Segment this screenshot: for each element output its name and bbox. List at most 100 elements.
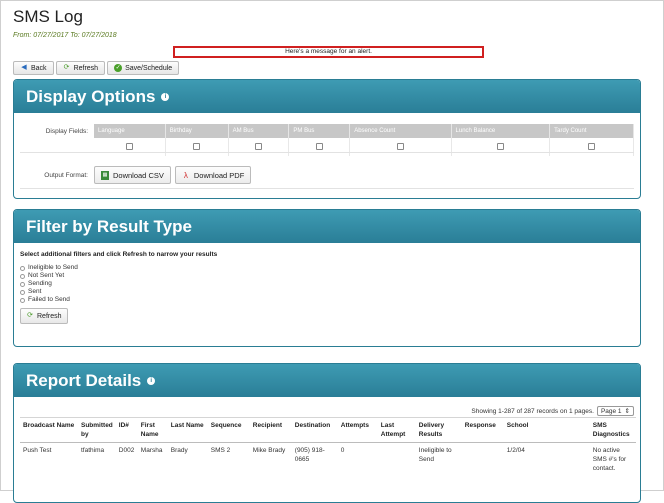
checkbox-lunch-balance[interactable] [496,143,504,151]
cell-sms-diagnostics: No active SMS #'s for contact. [592,447,627,472]
field-header-pm-bus: PM Bus [288,124,351,138]
cell-destination: (905) 918-0665 [294,447,325,463]
filter-option-sent[interactable]: Sent [20,288,217,296]
cell-last-attempt [378,443,416,477]
download-pdf-button[interactable]: λ Download PDF [174,166,252,184]
field-cell-tardy-count [549,138,634,156]
col-attempts[interactable]: Attempts [337,417,378,443]
cell-recipient: Mike Brady [252,447,286,454]
fields-divider [20,152,634,153]
col-destination[interactable]: Destination [291,417,338,443]
refresh-icon: ⟳ [27,312,33,319]
radio-sent[interactable] [20,289,25,295]
col-delivery-results[interactable]: Delivery Results [415,417,462,443]
save-label: Save/Schedule [125,64,173,72]
filter-option-ineligible[interactable]: Ineligible to Send [20,264,217,272]
col-last-name[interactable]: Last Name [167,417,208,443]
col-sequence[interactable]: Sequence [207,417,250,443]
radio-ineligible[interactable] [20,265,25,271]
filter-instructions: Select additional filters and click Refr… [20,251,218,258]
field-cell-lunch-balance [451,138,551,156]
report-details-title: Report Details [26,371,142,390]
field-header-tardy-count: Tardy Count [549,124,634,138]
cell-delivery-results: Ineligible to Send [418,447,452,463]
filter-option-failed[interactable]: Failed to Send [20,296,217,304]
col-first-name[interactable]: First Name [137,417,168,443]
filter-header: Filter by Result Type [14,210,640,243]
field-cell-am-bus [228,138,290,156]
col-submitted-by[interactable]: Submitted by [78,417,116,443]
page-title: SMS Log [13,7,83,26]
cell-response [462,443,504,477]
report-header-row: Broadcast Name Submitted by ID# First Na… [20,417,636,443]
checkbox-pm-bus[interactable] [315,143,323,151]
checkbox-birthday[interactable] [193,143,201,151]
checkbox-language[interactable] [125,143,133,151]
filter-option-label: Not Sent Yet [28,272,65,279]
field-header-am-bus: AM Bus [228,124,290,138]
field-cell-pm-bus [288,138,351,156]
display-fields-label: Display Fields: [45,128,88,135]
col-sms-diagnostics[interactable]: SMS Diagnostics [589,417,636,443]
col-id[interactable]: ID# [115,417,138,443]
radio-sending[interactable] [20,281,25,287]
filter-panel: Filter by Result Type Select additional … [13,209,641,347]
cell-last-name: Brady [170,447,188,454]
info-icon[interactable]: i [161,92,170,101]
cell-attempts: 0 [340,447,345,454]
download-csv-button[interactable]: ▦ Download CSV [94,166,171,184]
back-button[interactable]: ◀ Back [13,61,54,75]
report-details-header: Report Details i [14,364,640,397]
checkbox-absence-count[interactable] [396,143,404,151]
filter-option-label: Failed to Send [28,296,70,303]
display-options-header: Display Options i [14,80,640,113]
display-options-title: Display Options [26,87,156,106]
refresh-label: Refresh [73,64,99,72]
download-csv-label: Download CSV [113,170,164,180]
filter-option-label: Sent [28,288,42,295]
filter-body: Select additional filters and click Refr… [20,251,217,324]
table-row: Push Test tfathima D002 Marsha Brady SMS… [20,443,636,477]
field-header-absence-count: Absence Count [349,124,452,138]
field-cell-language [94,138,166,156]
page-select[interactable]: Page 1 ⇕ [596,406,634,416]
cell-submitted-by: tfathima [81,447,105,454]
field-header-language: Language [94,124,166,138]
csv-file-icon: ▦ [101,170,109,180]
download-pdf-label: Download PDF [193,170,245,180]
col-school[interactable]: School [503,417,590,443]
filter-title: Filter by Result Type [26,217,192,236]
field-cell-absence-count [349,138,452,156]
col-last-attempt[interactable]: Last Attempt [377,417,416,443]
filter-refresh-label: Refresh [37,312,62,320]
select-arrows-icon: ⇕ [624,408,630,415]
display-options-panel: Display Options i Display Fields: Langua… [13,79,641,199]
col-recipient[interactable]: Recipient [249,417,292,443]
showing-text: Showing 1-287 of 287 records on 1 pages. [471,407,594,415]
col-response[interactable]: Response [461,417,504,443]
filter-options: Ineligible to Send Not Sent Yet Sending … [20,264,217,304]
back-label: Back [31,64,47,72]
filter-option-sending[interactable]: Sending [20,280,217,288]
filter-option-label: Ineligible to Send [28,264,78,271]
output-format-label: Output Format: [44,172,88,179]
radio-failed[interactable] [20,297,25,303]
filter-option-not-sent-yet[interactable]: Not Sent Yet [20,272,217,280]
save-schedule-button[interactable]: ✓ Save/Schedule [107,61,180,75]
radio-not-sent-yet[interactable] [20,273,25,279]
toolbar: ◀ Back ⟳ Refresh ✓ Save/Schedule [13,61,180,75]
cell-id: D002 [118,447,135,454]
date-range: From: 07/27/2017 To: 07/27/2018 [13,32,117,39]
pdf-file-icon: λ [183,170,188,180]
refresh-button[interactable]: ⟳ Refresh [55,61,106,75]
format-divider [20,188,634,189]
col-broadcast-name[interactable]: Broadcast Name [20,417,78,443]
report-details-panel: Report Details i Showing 1-287 of 287 re… [13,363,641,503]
report-table: Broadcast Name Submitted by ID# First Na… [20,417,636,476]
checkbox-am-bus[interactable] [255,143,262,151]
filter-refresh-button[interactable]: ⟳ Refresh [20,308,68,324]
info-icon[interactable]: i [147,376,156,385]
checkbox-tardy-count[interactable] [588,143,596,151]
cell-sequence: SMS 2 [210,447,231,454]
cell-broadcast-name: Push Test [23,447,52,454]
